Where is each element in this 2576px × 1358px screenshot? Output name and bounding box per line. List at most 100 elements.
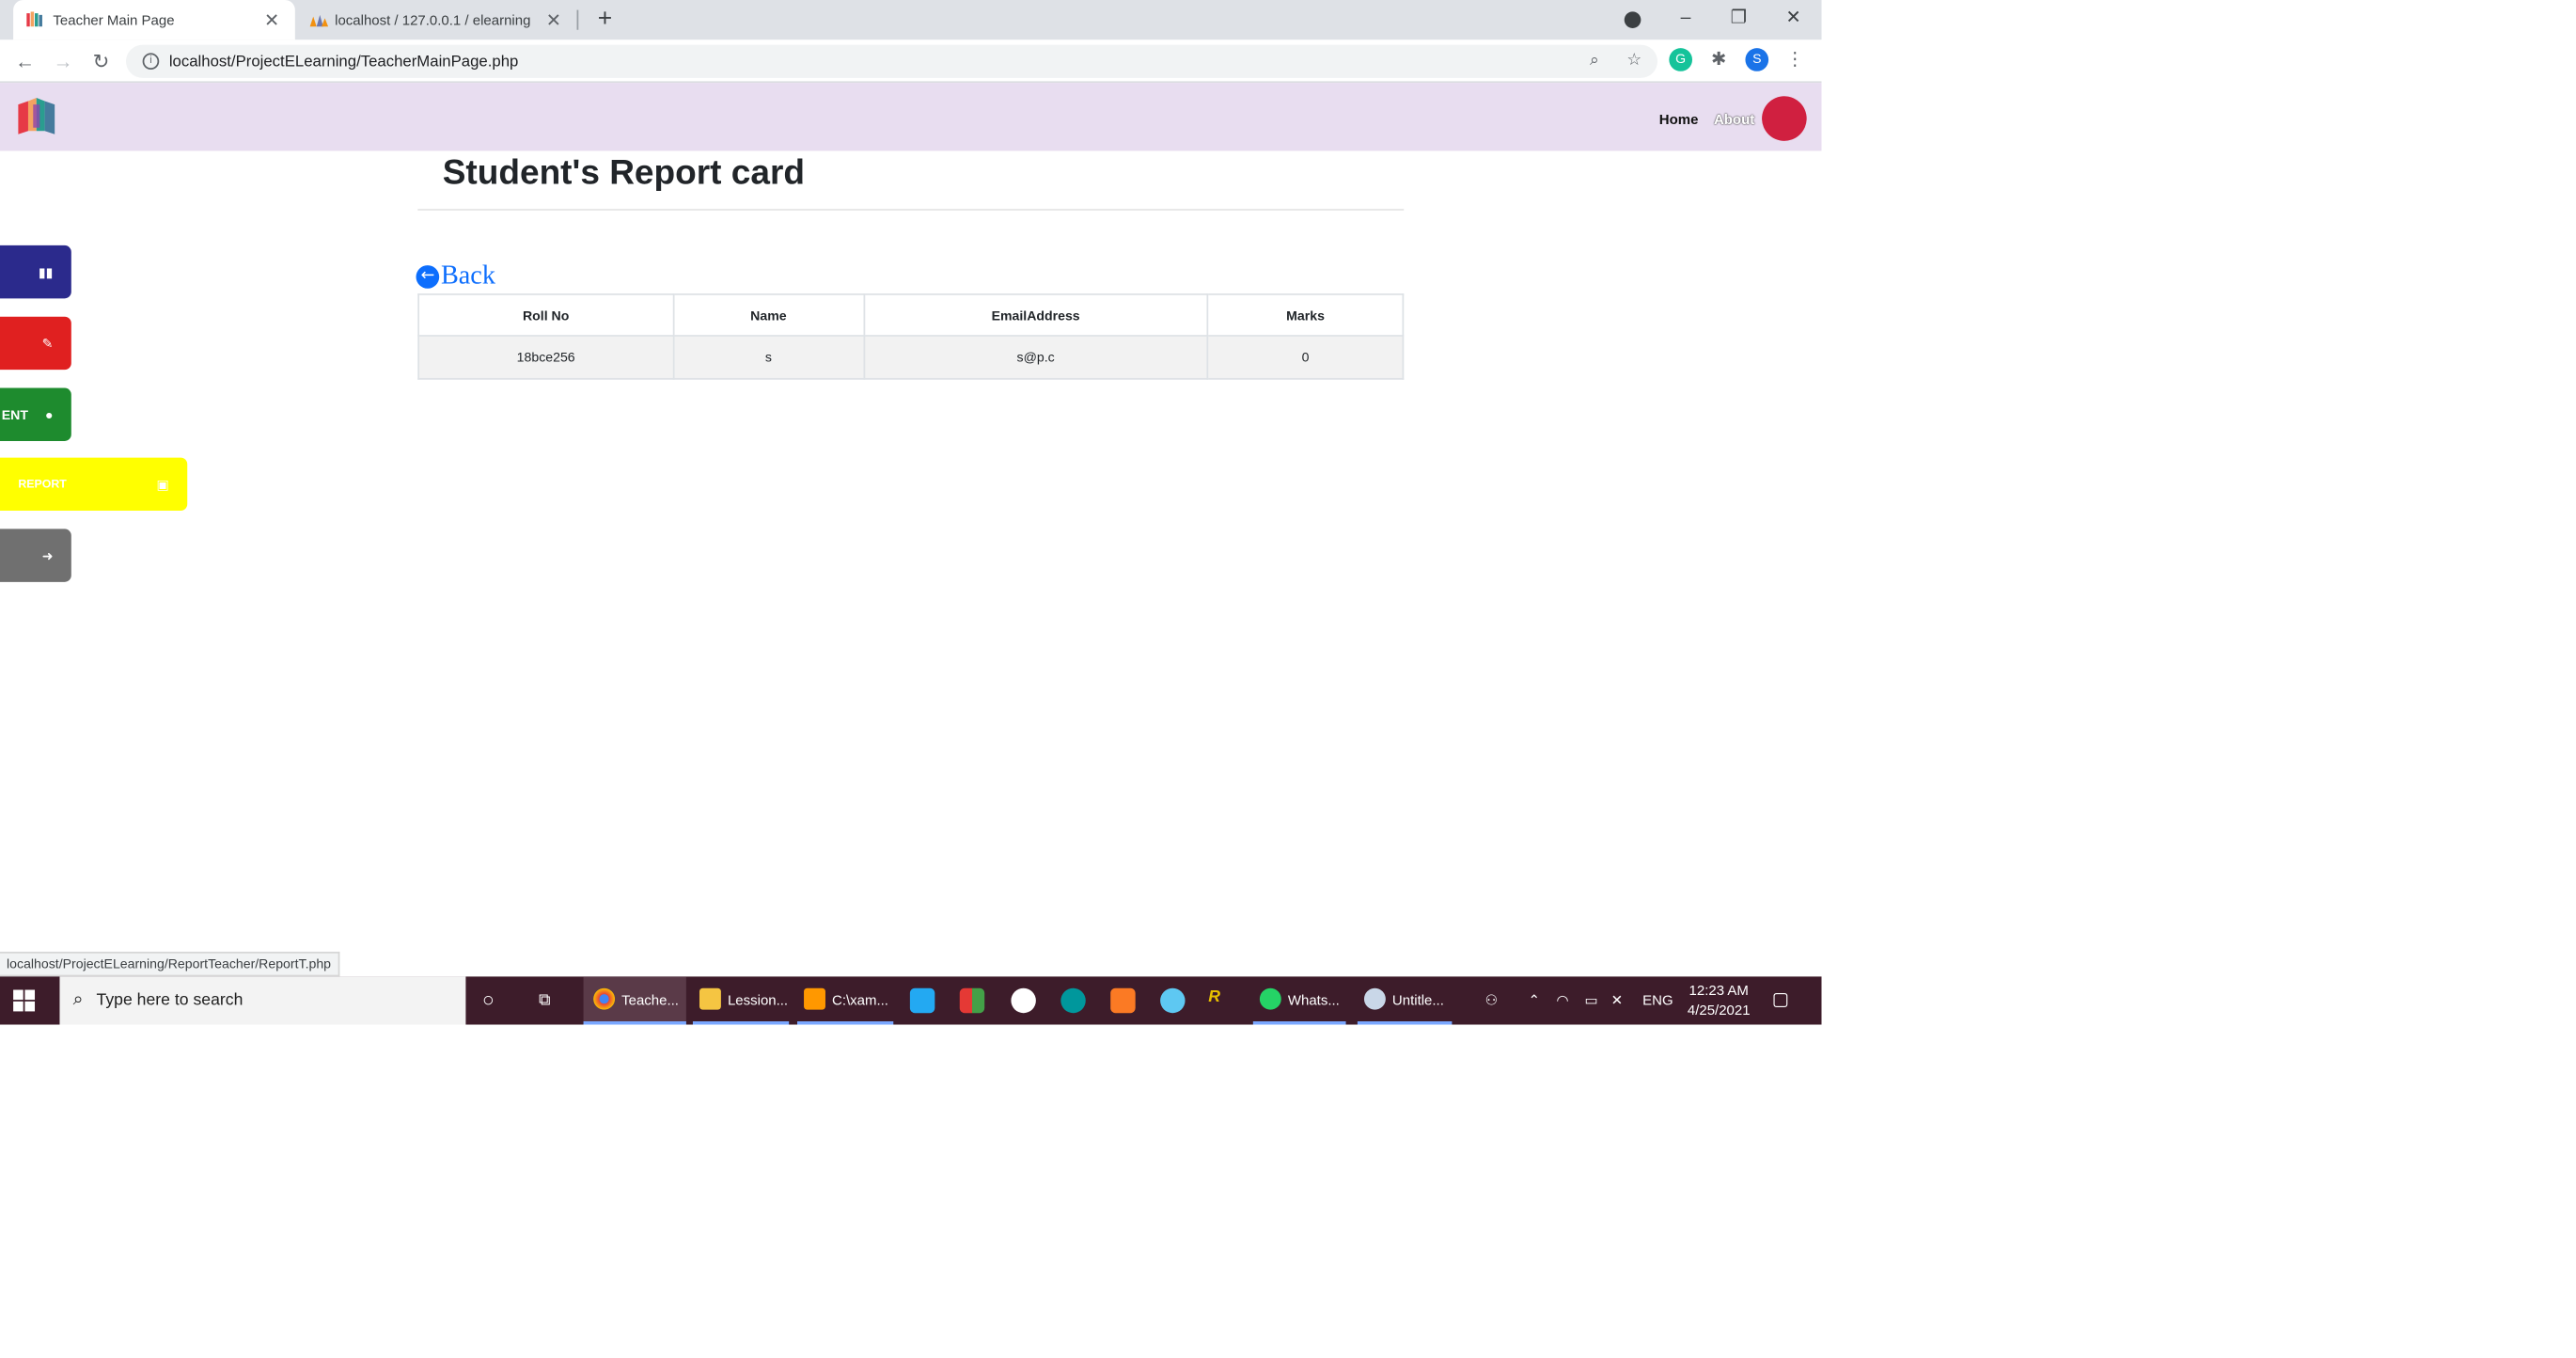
taskbar-clock[interactable]: 12:23 AM 4/25/2021	[1681, 980, 1757, 1019]
cell-name: s	[672, 335, 865, 380]
office-apps-icon[interactable]	[959, 987, 985, 1014]
tab-title: Teacher Main Page	[53, 11, 175, 28]
tab-title: localhost / 127.0.0.1 / elearning	[335, 11, 531, 28]
book-icon: ▮▮	[38, 264, 54, 280]
tab-search-icon[interactable]	[1624, 11, 1641, 28]
wifi-icon[interactable]: ◠	[1556, 976, 1568, 1024]
reload-icon[interactable]: ↻	[86, 46, 117, 76]
user-icon: ●	[44, 406, 54, 422]
user-avatar[interactable]	[1762, 96, 1807, 141]
column-header-name: Name	[672, 293, 865, 337]
tab-teacher-main-page[interactable]: Teacher Main Page ✕	[13, 0, 295, 40]
notifications-icon[interactable]: ▢	[1772, 976, 1789, 1024]
nav-home-link[interactable]: Home	[1659, 111, 1699, 128]
minimize-button[interactable]: –	[1661, 0, 1711, 39]
address-bar[interactable]: i localhost/ProjectELearning/TeacherMain…	[125, 44, 1657, 78]
pencil-icon: ✎	[41, 336, 54, 351]
tab-separator	[576, 9, 579, 30]
table-row: 18bce256 s s@p.c 0	[417, 335, 1405, 380]
paint-icon	[1363, 987, 1386, 1010]
extensions-puzzle-icon[interactable]: ✱	[1707, 48, 1731, 71]
sidebar-button-label: REPORT	[18, 478, 67, 490]
zoom-icon[interactable]: ⌕	[1581, 45, 1608, 78]
status-url-bubble: localhost/ProjectELearning/ReportTeacher…	[0, 951, 339, 977]
rstudio-icon[interactable]: R	[1208, 988, 1233, 1013]
profile-avatar[interactable]: S	[1745, 48, 1769, 71]
site-info-icon[interactable]: i	[142, 53, 160, 71]
address-url: localhost/ProjectELearning/TeacherMainPa…	[168, 52, 519, 71]
taskbar-app-sublime[interactable]: C:\xam...	[797, 976, 894, 1025]
new-tab-button[interactable]: +	[590, 4, 620, 37]
sidebar-button-student[interactable]: ENT ●	[0, 387, 71, 441]
tab-phpmyadmin[interactable]: localhost / 127.0.0.1 / elearning ✕	[298, 0, 573, 39]
books-favicon-icon	[26, 11, 43, 28]
report-icon: ▣	[156, 476, 169, 492]
close-window-button[interactable]: ✕	[1768, 0, 1818, 39]
sidebar-button-logout[interactable]: ➜	[0, 529, 71, 582]
cortana-icon[interactable]: ○	[482, 976, 495, 1024]
taskbar-search-placeholder: Type here to search	[96, 991, 243, 1010]
speaker-muted-icon[interactable]: ✕	[1611, 976, 1624, 1024]
taskbar-app-label: Teache...	[621, 990, 679, 1008]
taskbar-app-chrome[interactable]: Teache...	[583, 976, 686, 1025]
sidebar-button-edit[interactable]: ✎	[0, 316, 71, 371]
search-icon: ⌕	[72, 989, 84, 1010]
taskbar-search[interactable]: ⌕ Type here to search	[59, 976, 466, 1025]
title-divider	[417, 209, 1405, 211]
taskbar-app-label: Whats...	[1287, 990, 1340, 1008]
chrome-icon	[593, 987, 616, 1010]
more-menu-icon[interactable]: ⋮	[1783, 48, 1807, 71]
grammarly-extension-icon[interactable]: G	[1669, 48, 1693, 71]
site-navbar: Home About	[0, 83, 1822, 151]
tool-icon[interactable]	[1011, 987, 1036, 1014]
xampp-icon[interactable]	[1110, 987, 1136, 1014]
vscode-icon[interactable]	[909, 987, 935, 1014]
close-tab-icon[interactable]: ✕	[262, 9, 282, 30]
whatsapp-icon	[1259, 987, 1281, 1010]
back-label: Back	[440, 261, 495, 291]
taskbar-app-label: C:\xam...	[832, 990, 888, 1008]
restore-button[interactable]: ❐	[1714, 0, 1764, 39]
report-table: Roll No Name EmailAddress Marks 18bce256…	[417, 293, 1405, 380]
clock-time: 12:23 AM	[1689, 981, 1749, 999]
nav-about-link[interactable]: About	[1714, 111, 1754, 128]
language-indicator[interactable]: ENG	[1642, 976, 1673, 1024]
column-header-email: EmailAddress	[862, 293, 1209, 337]
phpmyadmin-favicon-icon	[308, 11, 329, 28]
screen: Teacher Main Page ✕ localhost / 127.0.0.…	[0, 0, 1822, 1025]
cell-roll-no: 18bce256	[417, 335, 675, 380]
back-link[interactable]: ← Back	[416, 262, 495, 292]
app-icon[interactable]	[1160, 987, 1186, 1014]
taskbar-app-explorer[interactable]: Lession...	[692, 976, 790, 1025]
taskbar: ⌕ Type here to search ○ ⧉ Teache... Less…	[0, 976, 1822, 1025]
taskbar-app-whatsapp[interactable]: Whats...	[1252, 976, 1346, 1025]
sidebar-button-report[interactable]: REPORT ▣	[0, 457, 188, 512]
bookmark-star-icon[interactable]: ☆	[1621, 45, 1647, 78]
column-header-roll-no: Roll No	[417, 293, 675, 337]
windows-start-icon[interactable]	[13, 989, 36, 1012]
column-header-marks: Marks	[1206, 293, 1405, 337]
sublime-icon	[804, 987, 825, 1010]
people-icon[interactable]: ⚇	[1485, 976, 1498, 1024]
books-logo-icon[interactable]	[15, 94, 58, 137]
tab-bar: Teacher Main Page ✕ localhost / 127.0.0.…	[0, 0, 1822, 40]
battery-icon[interactable]: ▭	[1584, 976, 1597, 1024]
table-header-row: Roll No Name EmailAddress Marks	[417, 293, 1405, 337]
arduino-icon[interactable]	[1060, 987, 1086, 1014]
close-tab-icon[interactable]: ✕	[543, 9, 563, 30]
folder-icon	[699, 987, 721, 1010]
taskbar-app-label: Lession...	[727, 990, 789, 1008]
clock-date: 4/25/2021	[1687, 1001, 1751, 1018]
forward-arrow-icon[interactable]: →	[48, 46, 78, 76]
cell-marks: 0	[1206, 335, 1405, 380]
page-title: Student's Report card	[442, 153, 805, 193]
back-arrow-icon[interactable]: ←	[10, 46, 40, 76]
logout-icon: ➜	[41, 547, 54, 563]
taskbar-app-paint[interactable]: Untitle...	[1357, 976, 1453, 1025]
sidebar-button-label: ENT	[1, 406, 28, 422]
taskbar-app-label: Untitle...	[1391, 990, 1444, 1008]
chevron-up-icon[interactable]: ⌃	[1528, 976, 1540, 1024]
sidebar-button-courses[interactable]: ▮▮	[0, 245, 71, 299]
browser-toolbar: ← → ↻ i localhost/ProjectELearning/Teach…	[0, 39, 1822, 84]
task-view-icon[interactable]: ⧉	[539, 976, 551, 1024]
